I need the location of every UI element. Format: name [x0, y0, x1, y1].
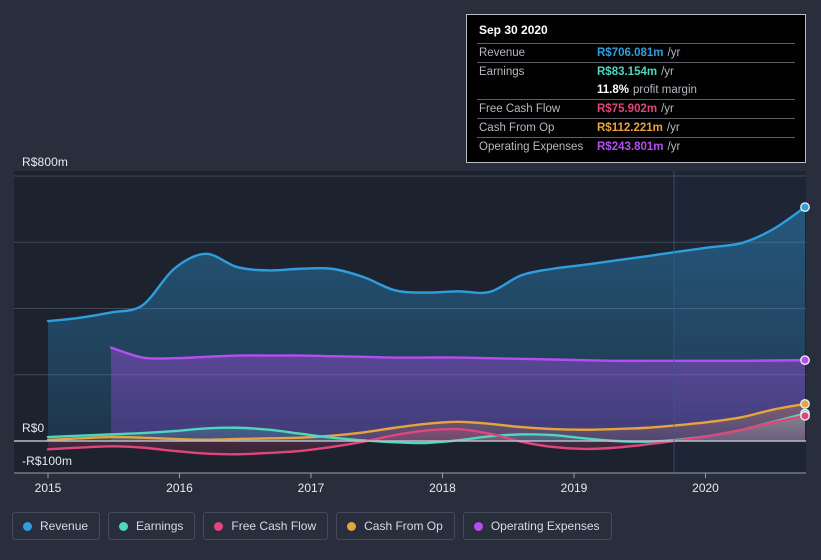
tooltip-row-value: R$243.801m	[597, 141, 664, 153]
tooltip-row-label: Cash From Op	[479, 122, 555, 134]
legend-color-dot-icon	[347, 521, 357, 531]
tooltip-row-unit: /yr	[661, 103, 674, 115]
tooltip-row: Free Cash Flow R$75.902m/yr	[477, 99, 795, 118]
tooltip-row: 11.8% profit margin	[477, 81, 795, 99]
tooltip-rows: Revenue R$706.081m/yr Earnings R$83.154m/yr…	[477, 43, 795, 156]
legend-item-label: Revenue	[40, 519, 89, 533]
tooltip-row-value: R$75.902m	[597, 103, 658, 115]
tooltip-row-label: Free Cash Flow	[479, 103, 561, 115]
x-axis-label-2016: 2016	[166, 481, 193, 495]
tooltip-row-value: R$112.221m	[597, 122, 663, 134]
tooltip-row-unit: /yr	[666, 122, 680, 134]
tooltip-row: Earnings R$83.154m/yr	[477, 62, 795, 81]
tooltip-date-title: Sep 30 2020	[479, 23, 548, 37]
tooltip-row-value: R$706.081m	[597, 47, 664, 59]
endpoint-marker-revenue[interactable]	[800, 202, 810, 213]
endpoint-marker-operating-expenses[interactable]	[800, 355, 810, 366]
tooltip-row-label: Earnings	[479, 66, 525, 78]
legend-item-label: Earnings	[136, 519, 184, 533]
x-tick-marks	[47, 473, 706, 478]
tooltip-row-unit: profit margin	[632, 84, 697, 96]
legend-item-free-cash-flow[interactable]: Free Cash Flow	[203, 512, 329, 540]
tooltip-row-value: R$83.154m	[597, 66, 658, 78]
endpoint-marker-free-cash-flow[interactable]	[800, 410, 810, 421]
legend-item-cash-from-op[interactable]: Cash From Op	[336, 512, 455, 540]
tooltip-row: Cash From Op R$112.221m/yr	[477, 118, 795, 137]
chart-legend[interactable]: Revenue Earnings Free Cash Flow Cash From O…	[12, 512, 612, 540]
legend-color-dot-icon	[119, 521, 129, 531]
legend-color-dot-icon	[23, 521, 32, 531]
tooltip-row-unit: /yr	[667, 141, 681, 153]
legend-color-dot-icon	[214, 521, 224, 531]
data-tooltip: Sep 30 2020 Revenue R$706.081m/yr Earnings…	[466, 14, 806, 163]
legend-item-label: Free Cash Flow	[231, 519, 317, 533]
legend-item-operating-expenses[interactable]: Operating Expenses	[462, 512, 612, 540]
x-axis-label-2018: 2018	[429, 481, 456, 495]
legend-item-earnings[interactable]: Earnings	[108, 512, 196, 540]
tooltip-row-label: Operating Expenses	[479, 141, 584, 153]
tooltip-row-label: Revenue	[479, 47, 526, 59]
tooltip-row: Operating Expenses R$243.801m/yr	[477, 137, 795, 156]
x-axis-label-2019: 2019	[560, 481, 588, 495]
tooltip-row: Revenue R$706.081m/yr	[477, 43, 795, 62]
tooltip-row-value: 11.8%	[597, 84, 629, 96]
x-axis-label-2020: 2020	[692, 481, 719, 495]
legend-item-revenue[interactable]: Revenue	[12, 512, 101, 540]
legend-item-label: Operating Expenses	[490, 519, 600, 533]
x-axis-label-2015: 2015	[34, 481, 62, 495]
tooltip-row-unit: /yr	[661, 66, 674, 78]
tooltip-row-unit: /yr	[667, 47, 681, 59]
legend-item-label: Cash From Op	[364, 519, 443, 533]
x-axis-label-2017: 2017	[297, 481, 325, 495]
financial-chart-page: R$800m R$0 -R$100m 2015 2016 2017 2018 2019 2…	[0, 0, 821, 560]
endpoint-marker-cash-from-op[interactable]	[800, 398, 810, 409]
legend-color-dot-icon	[473, 521, 483, 531]
